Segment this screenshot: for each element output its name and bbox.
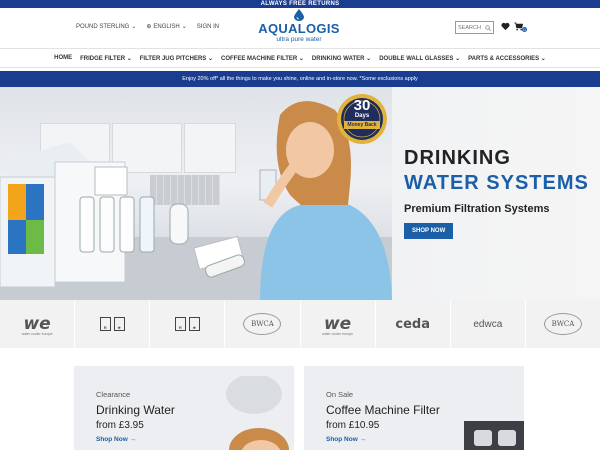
globe-icon: ⊕ — [146, 24, 152, 30]
site-logo[interactable]: AQUALOGIS ultra pure water — [258, 8, 340, 48]
cart-count-badge: 0 — [522, 27, 527, 32]
card-kicker: Clearance — [96, 390, 131, 399]
ro-system-product-image — [0, 142, 245, 288]
card-price: from £10.95 — [326, 420, 380, 431]
partner-logo-iso[interactable]: R ★ — [75, 300, 151, 348]
partner-logo-we[interactable]: we water cooler europe — [0, 300, 76, 348]
card-kicker: On Sale — [326, 390, 354, 399]
free-returns-bar: ALWAYS FREE RETURNS — [0, 0, 600, 8]
card-price: from £3.95 — [96, 420, 144, 431]
hero-subtitle: Premium Filtration Systems — [404, 203, 550, 215]
wishlist-heart-icon[interactable] — [501, 22, 510, 31]
hero-title-line2: WATER SYSTEMS — [404, 172, 589, 194]
hero-banner: 30 Days Money Back DRINKING WATER SYSTEM… — [0, 87, 600, 300]
promo-banner[interactable]: Enjoy 20% off* all the things to make yo… — [0, 71, 600, 87]
card-title: Coffee Machine Filter — [326, 403, 440, 417]
partner-logo-ceda[interactable]: ceda — [376, 300, 451, 348]
water-drop-icon — [294, 9, 304, 21]
hero-copy: DRINKING WATER SYSTEMS Premium Filtratio… — [404, 147, 589, 239]
card-shop-now-link[interactable]: Shop Now → — [96, 436, 136, 443]
nav-item-home[interactable]: HOME — [54, 55, 72, 61]
hero-image — [0, 87, 392, 300]
chevron-down-icon: ⌄ — [181, 24, 187, 30]
search-icon[interactable] — [485, 24, 491, 31]
header-utilities: POUND STERLING ⌄ ⊕ ENGLISH ⌄ SIGN IN — [76, 23, 219, 31]
partner-logo-bwca[interactable]: BWCA — [225, 300, 301, 348]
signin-link[interactable]: SIGN IN — [197, 23, 219, 30]
category-card-coffee-machine-filter[interactable]: On Sale Coffee Machine Filter from £10.9… — [304, 366, 524, 450]
promo-cards: Clearance Drinking Water from £3.95 Shop… — [0, 348, 600, 450]
search-input[interactable]: SEARCH — [455, 21, 494, 34]
language-label: ENGLISH — [153, 23, 180, 30]
nav-item-drinking-water[interactable]: DRINKING WATER ⌄ — [312, 55, 371, 62]
hero-shop-now-button[interactable]: SHOP NOW — [404, 223, 454, 239]
currency-selector[interactable]: POUND STERLING ⌄ — [76, 23, 137, 31]
main-navigation: HOME FRIDGE FILTER ⌄ FILTER JUG PITCHERS… — [0, 48, 600, 68]
partner-logo-edwca[interactable]: edwca — [451, 300, 526, 348]
card-title: Drinking Water — [96, 403, 175, 417]
category-card-drinking-water[interactable]: Clearance Drinking Water from £3.95 Shop… — [74, 366, 294, 450]
partner-logos-strip: we water cooler europe R ★ R ★ BWCA we water… — [0, 300, 600, 348]
nav-item-fridge-filter[interactable]: FRIDGE FILTER ⌄ — [80, 55, 132, 62]
currency-label: POUND STERLING — [76, 23, 130, 30]
language-selector[interactable]: ⊕ ENGLISH ⌄ — [146, 23, 187, 31]
partner-logo-bwca[interactable]: BWCA — [526, 300, 600, 348]
site-header: POUND STERLING ⌄ ⊕ ENGLISH ⌄ SIGN IN AQUALO… — [0, 8, 600, 48]
hero-title-line1: DRINKING — [404, 147, 511, 169]
card-image — [226, 376, 289, 450]
chevron-down-icon: ⌄ — [131, 24, 137, 30]
partner-logo-we[interactable]: we water cooler europe — [301, 300, 376, 348]
logo-tagline: ultra pure water — [276, 36, 322, 43]
money-back-badge-text: 30 Days Money Back — [336, 98, 388, 129]
nav-item-double-wall-glasses[interactable]: DOUBLE WALL GLASSES ⌄ — [379, 55, 460, 62]
nav-item-filter-jug-pitchers[interactable]: FILTER JUG PITCHERS ⌄ — [140, 55, 213, 62]
nav-item-coffee-machine-filter[interactable]: COFFEE MACHINE FILTER ⌄ — [221, 55, 304, 62]
logo-wordmark: AQUALOGIS — [258, 21, 340, 36]
partner-logo-iso[interactable]: R ★ — [150, 300, 226, 348]
search-placeholder: SEARCH — [458, 24, 481, 31]
nav-item-parts-accessories[interactable]: PARTS & ACCESSORIES ⌄ — [468, 55, 546, 62]
card-image — [464, 421, 524, 450]
card-shop-now-link[interactable]: Shop Now → — [326, 436, 366, 443]
